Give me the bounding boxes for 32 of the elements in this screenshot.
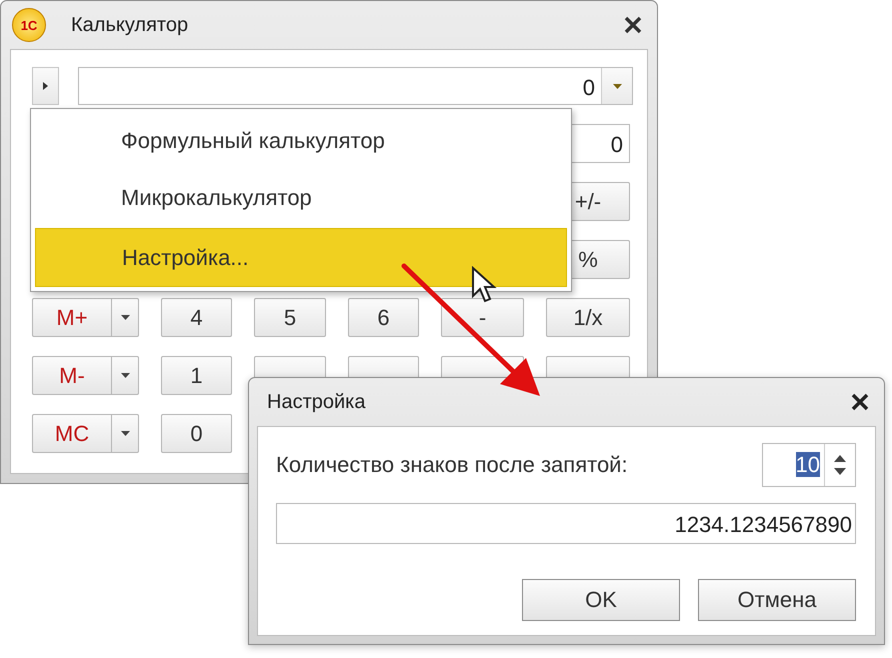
ok-button[interactable]: OK — [522, 579, 680, 621]
caret-icon — [120, 373, 130, 378]
caret-icon — [43, 82, 48, 90]
caret-icon — [120, 431, 130, 436]
calc-key[interactable]: 0 — [161, 414, 232, 453]
preview-field[interactable]: 1234.1234567890 — [276, 503, 856, 544]
calc-key[interactable]: 1 — [161, 356, 232, 395]
field-label: Количество знаков после запятой: — [276, 452, 628, 478]
menu-item[interactable]: Настройка... — [35, 228, 567, 288]
calc-key[interactable]: 5 — [254, 298, 326, 337]
app-logo: 1С — [12, 8, 46, 42]
cancel-button[interactable]: Отмена — [698, 579, 856, 621]
close-icon[interactable] — [850, 392, 870, 412]
calc-key[interactable]: - — [441, 298, 524, 337]
caret-icon — [120, 315, 130, 320]
window-title: Калькулятор — [71, 14, 190, 36]
display-field[interactable]: 0 — [78, 67, 633, 105]
dropdown-button[interactable] — [112, 414, 139, 453]
dialog-title: Настройка — [267, 390, 366, 414]
calc-key[interactable]: 1/x — [546, 298, 630, 337]
memory-button[interactable]: M- — [32, 356, 112, 395]
close-icon[interactable] — [623, 15, 643, 35]
calc-key[interactable]: 4 — [161, 298, 232, 337]
dropdown-button[interactable] — [112, 356, 139, 395]
calc-key[interactable]: 6 — [348, 298, 419, 337]
memory-button[interactable]: M+ — [32, 298, 112, 337]
memory-button[interactable]: MC — [32, 414, 112, 453]
dropdown-icon — [612, 84, 622, 88]
up-icon[interactable] — [834, 455, 846, 462]
spin-field[interactable]: 10 — [762, 443, 856, 487]
dropdown-button[interactable] — [112, 298, 139, 337]
down-icon[interactable] — [834, 468, 846, 475]
